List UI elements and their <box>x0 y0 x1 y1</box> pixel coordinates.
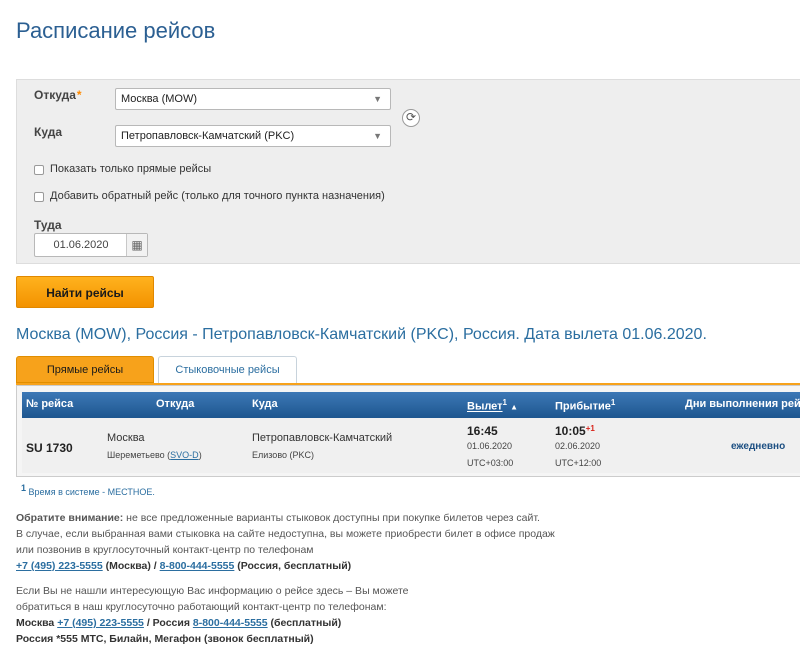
column-days: Дни выполнения рейса <box>685 398 800 410</box>
notice-attention-label: Обратите внимание: <box>16 512 124 524</box>
date-label: Туда <box>34 218 62 232</box>
destination-airport: Елизово (PKC) <box>252 450 314 460</box>
add-return-label: Добавить обратный рейс (только для точно… <box>50 190 385 202</box>
results-title: Москва (MOW), Россия - Петропавловск-Кам… <box>16 326 707 343</box>
from-label: Откуда* <box>34 88 82 102</box>
from-select-value: Москва (MOW) <box>121 93 198 105</box>
contact-phone-moscow-link[interactable]: +7 (495) 223-5555 <box>57 617 144 629</box>
to-select-value: Петропавловск-Камчатский (PKC) <box>121 130 295 142</box>
required-mark: * <box>76 88 82 102</box>
direct-only-label: Показать только прямые рейсы <box>50 163 212 175</box>
destination-city: Петропавловск-Камчатский <box>252 432 393 444</box>
flight-number: SU 1730 <box>26 441 73 455</box>
from-select[interactable]: Москва (MOW) ▼ <box>115 88 391 110</box>
phone-moscow-link[interactable]: +7 (495) 223-5555 <box>16 560 103 572</box>
search-form-panel: Откуда* Москва (MOW) ▼ Куда Петропавловс… <box>16 79 800 264</box>
column-flight-no: № рейса <box>26 398 74 410</box>
operating-days: ежедневно <box>731 441 786 452</box>
contact-info: Если Вы не нашли интересующую Вас информ… <box>16 585 409 645</box>
table-header: № рейса Откуда Куда Вылет1 ▲ Прибытие1 Д… <box>22 392 800 418</box>
departure-date-value: 01.06.2020 <box>53 239 109 251</box>
swap-icon: ⟳ <box>405 110 417 124</box>
departure-date-field[interactable]: 01.06.2020 ▦ <box>34 233 148 257</box>
to-select[interactable]: Петропавловск-Камчатский (PKC) ▼ <box>115 125 391 147</box>
footnote: 1 Время в системе - МЕСТНОЕ. <box>21 483 155 497</box>
find-flights-button[interactable]: Найти рейсы <box>16 276 154 308</box>
contact-phone-russia-link[interactable]: 8-800-444-5555 <box>193 617 268 629</box>
column-arrival: Прибытие1 <box>555 398 616 413</box>
chevron-down-icon: ▼ <box>373 94 382 104</box>
table-row[interactable]: SU 1730 Москва Шереметьево (SVO-D) Петро… <box>22 418 800 473</box>
departure-timezone: UTC+03:00 <box>467 458 514 468</box>
tab-connecting-flights[interactable]: Стыковочные рейсы <box>158 356 297 383</box>
to-label: Куда <box>34 125 62 139</box>
column-from: Откуда <box>156 398 195 410</box>
direct-only-checkbox[interactable] <box>34 165 44 175</box>
calendar-icon[interactable]: ▦ <box>126 234 147 256</box>
chevron-down-icon: ▼ <box>373 131 382 141</box>
arrival-date: 02.06.2020 <box>555 441 601 451</box>
sort-asc-icon: ▲ <box>510 402 518 412</box>
page-title: Расписание рейсов <box>16 18 216 43</box>
swap-directions-button[interactable]: ⟳ <box>402 109 420 127</box>
departure-date: 01.06.2020 <box>467 441 513 451</box>
arrival-timezone: UTC+12:00 <box>555 458 602 468</box>
origin-city: Москва <box>107 432 145 444</box>
column-departure[interactable]: Вылет1 ▲ <box>467 398 518 413</box>
origin-airport-code-link[interactable]: SVO-D <box>170 450 199 460</box>
phone-russia-link[interactable]: 8-800-444-5555 <box>160 560 235 572</box>
arrival-day-offset: +1 <box>585 424 595 433</box>
departure-time: 16:45 <box>467 424 498 438</box>
tab-direct-flights[interactable]: Прямые рейсы <box>16 356 154 383</box>
add-return-checkbox[interactable] <box>34 192 44 202</box>
column-to: Куда <box>252 398 278 410</box>
connection-notice: Обратите внимание: не все предложенные в… <box>16 512 555 572</box>
origin-airport: Шереметьево (SVO-D) <box>107 450 202 460</box>
flights-table: № рейса Откуда Куда Вылет1 ▲ Прибытие1 Д… <box>16 385 800 477</box>
arrival-time: 10:05+1 <box>555 424 595 438</box>
